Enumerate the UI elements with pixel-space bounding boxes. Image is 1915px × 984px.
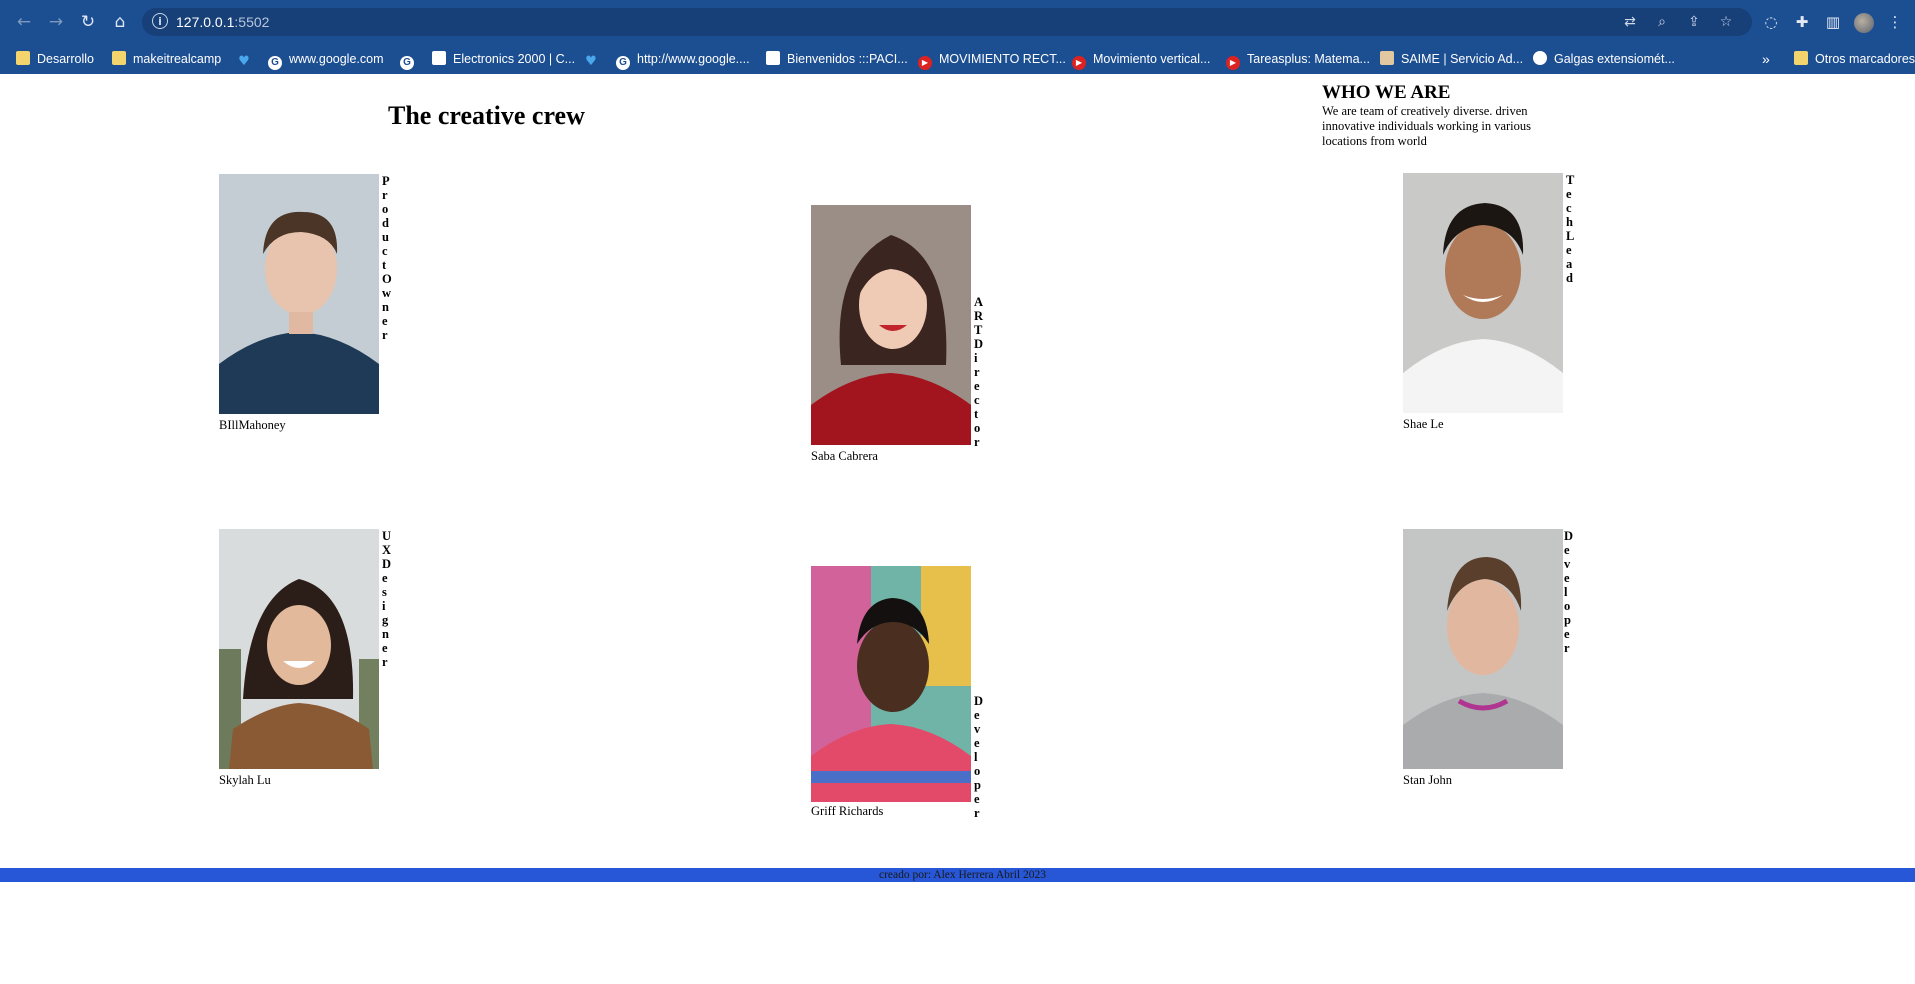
bookmark-otros-marcadores[interactable]: Otros marcadores [1794,44,1915,74]
bookmark-movimiento-rect[interactable]: ▶ MOVIMIENTO RECT... [918,44,1066,74]
bookmark-twitter-2[interactable]: ♥ [584,44,605,74]
address-bar-actions: ⇄ ⌕ ⇪ ☆ [1608,8,1736,36]
footer-bar: creado por: Alex Herrera Abril 2023 [0,868,1915,882]
folder-icon [1794,51,1808,65]
member-role: Developer [974,694,985,820]
translate-icon[interactable]: ⇄ [1620,8,1640,36]
bookmark-google-3[interactable]: Ghttp://www.google.... [616,44,750,74]
address-bar[interactable]: i 127.0.0.1:5502 ⇄ ⌕ ⇪ ☆ [142,8,1752,36]
member-photo [1403,529,1563,769]
member-photo [1403,173,1563,413]
bookmark-star-icon[interactable]: ☆ [1716,8,1736,36]
back-arrow-icon[interactable]: ← [12,10,36,34]
share-icon[interactable]: ⇪ [1684,8,1704,36]
address-url: 127.0.0.1:5502 [176,8,269,36]
globe-icon [1533,51,1547,65]
bookmark-label: SAIME | Servicio Ad... [1401,52,1524,66]
member-role: Tech Lead [1566,173,1576,285]
youtube-icon: ▶ [1072,56,1086,70]
member-role: Product Owner [382,174,393,342]
google-icon: G [268,56,282,70]
twitter-icon: ♥ [585,54,597,69]
member-name: Shae Le [1403,417,1444,431]
site-info-icon[interactable]: i [152,13,168,29]
extensions-icon[interactable]: ✚ [1791,10,1813,34]
zoom-icon[interactable]: ⌕ [1652,8,1672,36]
browser-chrome: ← → ↻ ⌂ i 127.0.0.1:5502 ⇄ ⌕ ⇪ ☆ ◌ ✚ ▥ ⋮ Desar… [0,0,1915,74]
member-name: BIllMahoney [219,418,286,432]
bookmark-google-2[interactable]: G [400,44,421,74]
bookmark-label: MOVIMIENTO RECT... [939,52,1066,66]
url-port: :5502 [234,14,270,30]
browser-toolbar: ← → ↻ ⌂ i 127.0.0.1:5502 ⇄ ⌕ ⇪ ☆ ◌ ✚ ▥ ⋮ [0,0,1915,44]
sync-icon[interactable]: ◌ [1760,10,1782,34]
bookmark-movimiento-vertical[interactable]: ▶ Movimiento vertical... [1072,44,1210,74]
youtube-icon: ▶ [1226,56,1240,70]
reload-icon[interactable]: ↻ [76,10,100,34]
member-photo [219,529,379,769]
folder-icon [112,51,126,65]
bookmark-electronics[interactable]: Electronics 2000 | C... [432,44,575,74]
url-host: 127.0.0.1 [176,14,235,30]
member-role: UX Designer [382,529,393,669]
member-name: Saba Cabrera [811,449,878,463]
bookmark-label: http://www.google.... [637,52,750,66]
bookmark-label: Otros marcadores [1815,52,1915,66]
bookmark-makeitrealcamp[interactable]: makeitrealcamp [112,44,221,74]
home-icon[interactable]: ⌂ [108,10,132,34]
member-photo [219,174,379,414]
bookmark-label: www.google.com [289,52,384,66]
bookmarks-overflow-button[interactable]: » [1762,44,1770,74]
member-name: Griff Richards [811,804,884,818]
bookmark-tareasplus[interactable]: ▶ Tareasplus: Matema... [1226,44,1370,74]
footer-text: creado por: Alex Herrera Abril 2023 [878,869,1046,881]
member-photo [811,566,971,802]
youtube-icon: ▶ [918,56,932,70]
member-role: Developer [1564,529,1575,655]
bookmark-galgas[interactable]: Galgas extensiomét... [1533,44,1675,74]
forward-arrow-icon[interactable]: → [44,10,68,34]
document-icon [432,51,446,65]
bookmark-label: makeitrealcamp [133,52,222,66]
who-we-are-text: We are team of creatively diverse. drive… [1322,104,1532,148]
bookmark-label: Movimiento vertical... [1093,52,1211,66]
side-panel-icon[interactable]: ▥ [1822,10,1844,34]
bookmark-google[interactable]: Gwww.google.com [268,44,384,74]
bookmark-label: Desarrollo [37,52,94,66]
bookmark-saime[interactable]: SAIME | Servicio Ad... [1380,44,1523,74]
google-icon: G [616,56,630,70]
menu-icon[interactable]: ⋮ [1884,10,1906,34]
bookmark-label: Electronics 2000 | C... [453,52,576,66]
who-we-are-heading: WHO WE ARE [1322,82,1451,103]
bookmark-twitter-1[interactable]: ♥ [237,44,258,74]
misc-site-icon [1380,51,1394,65]
bookmark-label: Galgas extensiomét... [1554,52,1675,66]
profile-avatar[interactable] [1853,10,1875,34]
member-role: ART Director [974,295,985,449]
bookmarks-bar: Desarrollo makeitrealcamp ♥ Gwww.google.… [0,44,1915,74]
google-icon: G [400,56,414,70]
member-photo [811,205,971,445]
member-name: Stan John [1403,773,1452,787]
bookmark-label: Tareasplus: Matema... [1247,52,1370,66]
who-we-are-section: WHO WE ARE We are team of creatively div… [1322,82,1562,149]
member-name: Skylah Lu [219,773,271,787]
folder-icon [16,51,30,65]
bookmark-bienvenidos[interactable]: Bienvenidos :::PACI... [766,44,908,74]
bookmark-label: Bienvenidos :::PACI... [787,52,908,66]
page-title: The creative crew [388,101,585,130]
bookmark-desarrollo[interactable]: Desarrollo [16,44,94,74]
document-icon [766,51,780,65]
twitter-icon: ♥ [238,54,250,69]
browser-actions: ◌ ✚ ▥ ⋮ [1760,10,1915,34]
